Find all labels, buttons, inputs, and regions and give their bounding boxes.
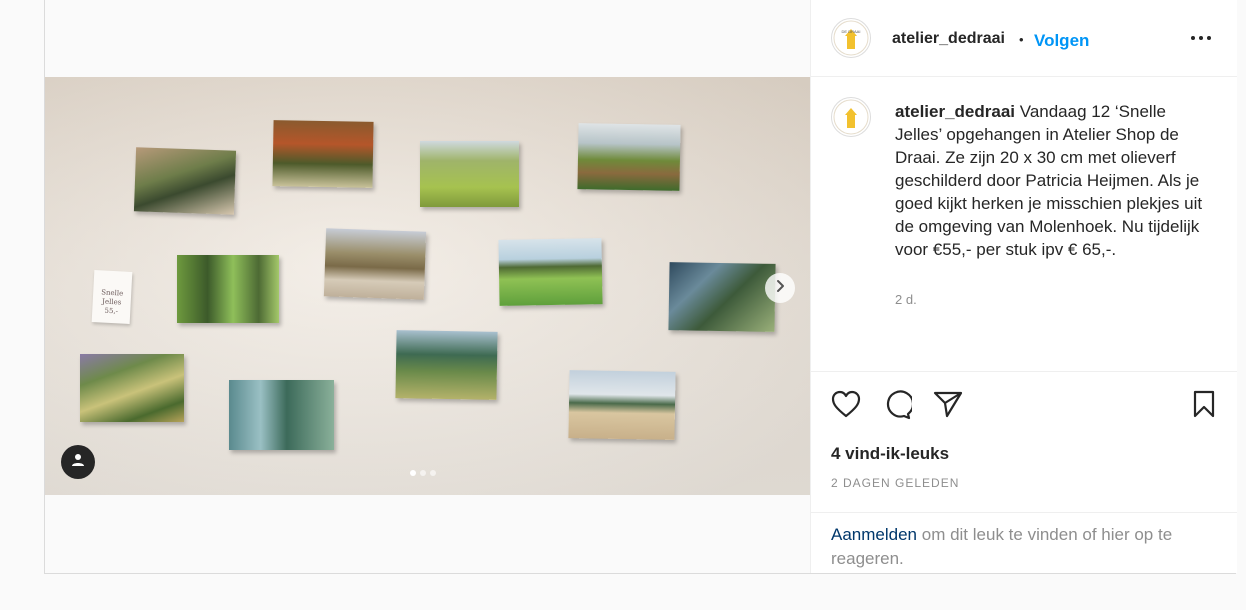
post-sidebar: DE DRAAI atelier_dedraai • Volgen atelie…: [810, 0, 1237, 573]
painting-autumn-trees: [272, 120, 374, 188]
login-text: Aanmelden om dit leuk te vinden of hier …: [831, 523, 1221, 571]
login-link[interactable]: Aanmelden: [831, 525, 917, 544]
painting-village: [323, 228, 427, 300]
heart-icon: [831, 390, 861, 422]
header-username[interactable]: atelier_dedraai: [892, 30, 1005, 48]
carousel-next-button[interactable]: [765, 273, 795, 303]
painting-tree-line: [395, 330, 498, 400]
post-date[interactable]: 2 DAGEN GELEDEN: [831, 476, 959, 490]
painting-heath: [80, 354, 184, 422]
caption-time[interactable]: 2 d.: [895, 292, 917, 307]
media-column: Snelle Jelles 55,-: [45, 0, 810, 573]
painting-polder: [498, 238, 603, 306]
painting-sand-field: [568, 370, 676, 440]
post-photo: Snelle Jelles 55,-: [45, 77, 810, 495]
post-frame: Snelle Jelles 55,- DE DRAAI atelier_dedr…: [44, 0, 1237, 574]
user-tag-icon: [71, 453, 85, 472]
more-horizontal-icon: [1189, 35, 1213, 52]
avatar[interactable]: DE DRAAI: [831, 18, 871, 58]
caption-area: atelier_dedraai Vandaag 12 ‘Snelle Jelle…: [811, 77, 1237, 372]
likes-count[interactable]: 4 vind-ik-leuks: [831, 444, 949, 464]
carousel-dot-3: [430, 470, 436, 476]
carousel-indicator: [410, 470, 436, 476]
price-card-line-3: 55,-: [104, 306, 119, 316]
painting-twisted-tree: [668, 262, 776, 332]
send-icon: [933, 391, 963, 422]
comment-button[interactable]: [882, 390, 915, 425]
comment-icon: [882, 390, 915, 424]
carousel-dot-2: [420, 470, 426, 476]
caption-body: Vandaag 12 ‘Snelle Jelles’ opgehangen in…: [895, 102, 1203, 259]
price-card: Snelle Jelles 55,-: [91, 270, 133, 324]
tagged-users-button[interactable]: [61, 445, 95, 479]
painting-birch-forest: [177, 255, 279, 323]
painting-woods-path: [229, 380, 334, 450]
caption-avatar[interactable]: [831, 97, 871, 137]
save-button[interactable]: [1192, 390, 1216, 423]
painting-green-field: [420, 141, 519, 207]
post-header: DE DRAAI atelier_dedraai • Volgen: [811, 0, 1237, 77]
carousel-dot-1: [410, 470, 416, 476]
login-prompt: Aanmelden om dit leuk te vinden of hier …: [811, 512, 1237, 574]
avatar-logo-text: DE DRAAI: [842, 29, 861, 34]
bookmark-icon: [1192, 390, 1216, 422]
painting-country-road: [577, 123, 681, 191]
caption-text: atelier_dedraai Vandaag 12 ‘Snelle Jelle…: [895, 100, 1215, 261]
chevron-right-icon: [773, 279, 787, 298]
share-button[interactable]: [933, 390, 963, 423]
like-button[interactable]: [831, 390, 861, 423]
follow-button[interactable]: Volgen: [1034, 31, 1089, 51]
painting-forest-1: [133, 147, 237, 215]
header-separator: •: [1019, 32, 1024, 47]
caption-username[interactable]: atelier_dedraai: [895, 102, 1015, 121]
more-options-button[interactable]: [1189, 28, 1213, 48]
